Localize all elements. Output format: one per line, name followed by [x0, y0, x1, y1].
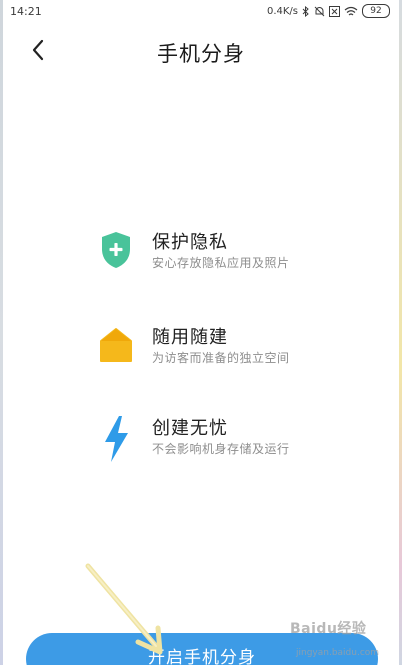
- shield-plus-icon: [96, 228, 136, 272]
- left-edge-decoration: [0, 0, 3, 665]
- house-icon: [96, 323, 136, 367]
- feature-title: 随用随建: [152, 327, 228, 348]
- status-icons: 0.4K/s 92: [267, 4, 390, 18]
- status-bar: 14:21 0.4K/s 92: [0, 0, 402, 24]
- header: 手机分身: [0, 30, 402, 74]
- feature-title: 保护隐私: [152, 232, 228, 253]
- wifi-icon: [344, 6, 358, 17]
- mute-icon: [314, 6, 325, 17]
- feature-description: 为访客而准备的独立空间: [152, 351, 290, 365]
- battery-icon: 92: [362, 4, 390, 18]
- feature-description: 不会影响机身存储及运行: [152, 442, 290, 456]
- phone-screen: 14:21 0.4K/s 92 手机分身 保护隐私 安心存放隐私应用及照片 随用…: [0, 0, 402, 665]
- feature-title: 创建无忧: [152, 418, 228, 439]
- enable-dual-space-button[interactable]: 开启手机分身: [26, 633, 378, 665]
- network-speed: 0.4K/s: [266, 5, 298, 17]
- lightning-icon: [96, 414, 136, 464]
- page-title: 手机分身: [157, 42, 245, 66]
- feature-worry-free: 创建无忧 不会影响机身存储及运行: [96, 414, 376, 464]
- feature-use-anytime: 随用随建 为访客而准备的独立空间: [96, 323, 376, 373]
- feature-protect-privacy: 保护隐私 安心存放隐私应用及照片: [96, 228, 376, 278]
- feature-description: 安心存放隐私应用及照片: [152, 256, 290, 270]
- bluetooth-icon: [302, 5, 310, 17]
- status-time: 14:21: [10, 5, 42, 18]
- sim-icon: [329, 5, 340, 17]
